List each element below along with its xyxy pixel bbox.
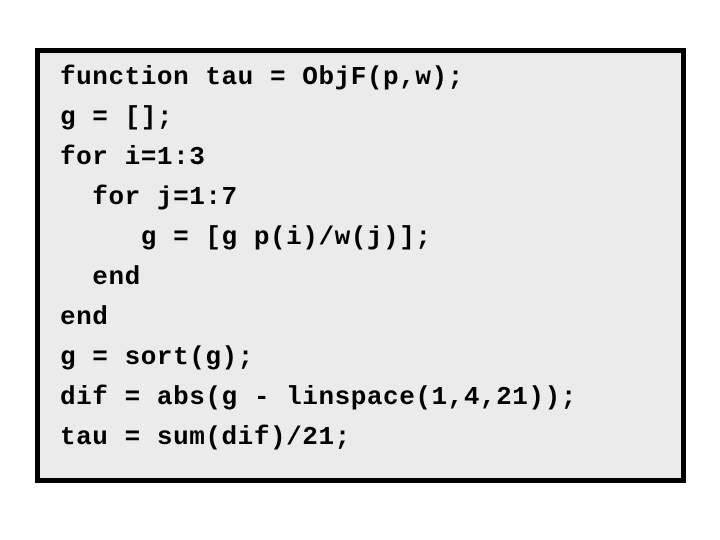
code-line: end (60, 302, 109, 332)
code-listing: function tau = ObjF(p,w); g = []; for i=… (60, 57, 681, 457)
code-line: g = []; (60, 102, 174, 132)
code-line: g = [g p(i)/w(j)]; (60, 222, 432, 252)
code-line: for j=1:7 (60, 182, 238, 212)
code-line: function tau = ObjF(p,w); (60, 62, 464, 92)
code-block-container: function tau = ObjF(p,w); g = []; for i=… (35, 48, 686, 483)
code-line: for i=1:3 (60, 142, 206, 172)
screen-canvas: function tau = ObjF(p,w); g = []; for i=… (0, 0, 720, 540)
code-line: g = sort(g); (60, 342, 254, 372)
code-line: tau = sum(dif)/21; (60, 422, 351, 452)
code-line: dif = abs(g - linspace(1,4,21)); (60, 382, 577, 412)
code-line: end (60, 262, 141, 292)
